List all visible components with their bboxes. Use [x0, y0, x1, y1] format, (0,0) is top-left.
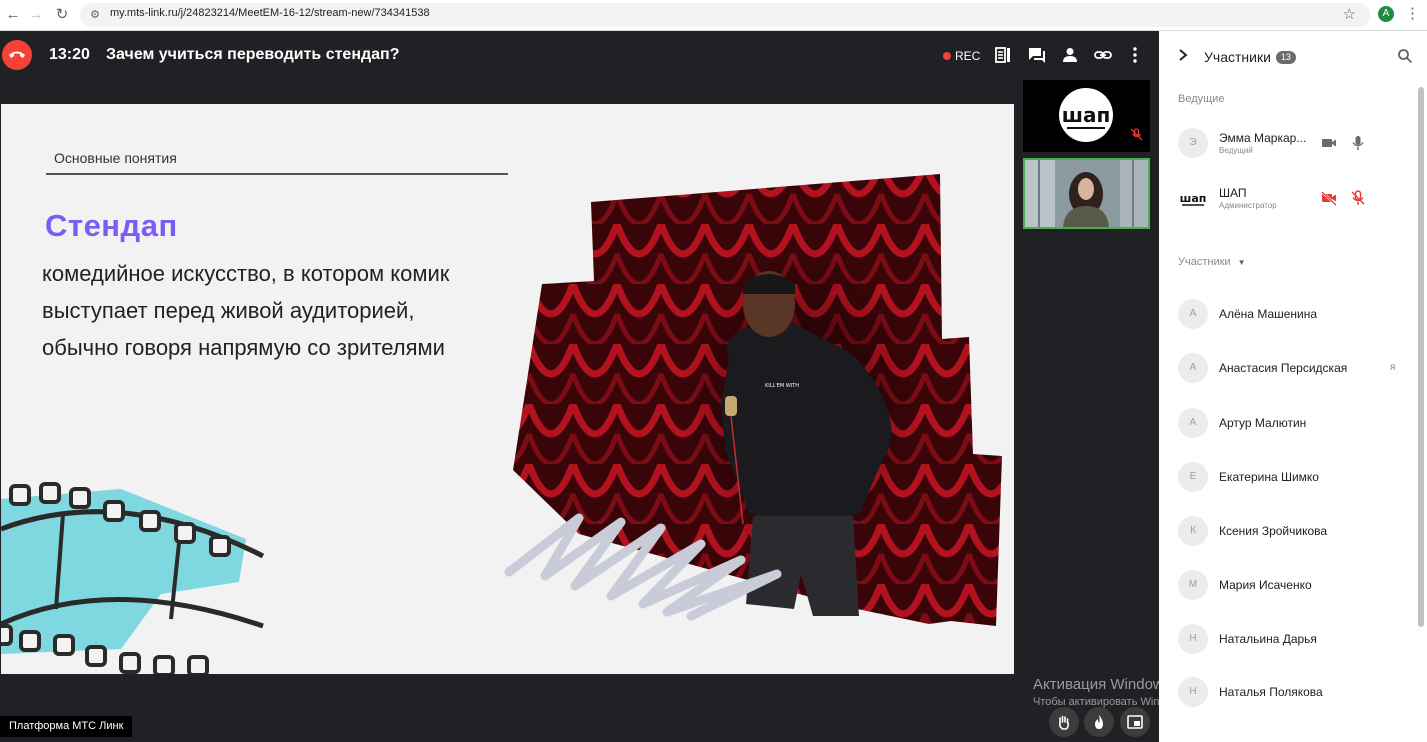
list-item[interactable]: А Артур Малютин	[1178, 408, 1418, 440]
avatar: Н	[1178, 624, 1208, 654]
presentation-slide: KILL'EM WITH Основные понятия Стендап ко…	[1, 104, 1014, 674]
slide-divider	[46, 173, 508, 175]
avatar: шап	[1178, 183, 1208, 213]
slide-artwork: KILL'EM WITH	[1, 174, 1002, 674]
participant-count-badge: 13	[1275, 51, 1296, 64]
shap-avatar-text: шап	[1180, 192, 1207, 205]
rec-dot-icon	[943, 52, 951, 60]
list-item[interactable]: А Анастасия Персидская я	[1178, 353, 1418, 385]
picture-in-picture-button[interactable]	[1120, 707, 1150, 737]
slide-heading: Стендап	[45, 208, 178, 243]
url-text[interactable]: my.mts-link.ru/j/24823214/MeetEM-16-12/s…	[110, 7, 430, 19]
avatar: А	[1178, 299, 1208, 329]
participants-section-label[interactable]: Участники ▼	[1178, 256, 1245, 268]
camera-icon[interactable]	[1321, 135, 1337, 151]
scrollbar[interactable]	[1418, 83, 1424, 738]
avatar: Э	[1178, 128, 1208, 158]
video-tile-shap[interactable]: шап	[1023, 80, 1150, 152]
avatar: М	[1178, 570, 1208, 600]
leave-call-button[interactable]	[2, 40, 32, 70]
hang-up-icon	[9, 51, 25, 58]
participant-role: Ведущий	[1219, 146, 1253, 155]
avatar: Е	[1178, 462, 1208, 492]
participant-name: ШАП	[1219, 186, 1247, 200]
chevron-down-icon: ▼	[1237, 258, 1246, 267]
search-icon[interactable]	[1397, 48, 1413, 64]
event-title: Зачем учиться переводить стендап?	[106, 46, 400, 63]
list-item[interactable]: К Ксения Зройчикова	[1178, 516, 1418, 548]
participant-name: Натальина Дарья	[1219, 632, 1317, 646]
avatar: К	[1178, 516, 1208, 546]
fire-icon	[1095, 715, 1103, 729]
rec-label: REC	[955, 49, 981, 63]
list-item[interactable]: Е Екатерина Шимко	[1178, 462, 1418, 494]
shap-logo-text: шап	[1062, 103, 1111, 127]
collapse-panel-icon[interactable]	[1178, 48, 1188, 62]
raise-hand-button[interactable]	[1049, 707, 1079, 737]
panel-title: Участники 13	[1204, 49, 1296, 65]
participant-name: Эмма Маркар...	[1219, 131, 1307, 145]
profile-avatar[interactable]: A	[1378, 6, 1394, 22]
participants-icon[interactable]	[1061, 46, 1079, 64]
microphone-icon[interactable]	[1350, 135, 1366, 151]
slide-body-text: комедийное искусство, в котором комик вы…	[42, 261, 450, 360]
shap-logo: шап	[1059, 88, 1113, 142]
participants-section-text: Участники	[1178, 256, 1231, 268]
browser-toolbar: ← → ↻ ⚙ my.mts-link.ru/j/24823214/MeetEM…	[0, 0, 1427, 31]
participant-name: Наталья Полякова	[1219, 685, 1323, 699]
list-item[interactable]: Н Натальина Дарья	[1178, 624, 1418, 656]
link-icon[interactable]	[1094, 46, 1112, 64]
shap-avatar-logo: шап	[1180, 192, 1207, 206]
camera-feed	[1025, 160, 1148, 227]
participant-name: Алёна Машенина	[1219, 307, 1318, 321]
video-tile-camera[interactable]	[1023, 158, 1150, 229]
bookmark-star-icon[interactable]: ☆	[1343, 5, 1356, 23]
slide-subtitle: Основные понятия	[54, 150, 177, 166]
address-bar[interactable]: ⚙ my.mts-link.ru/j/24823214/MeetEM-16-12…	[80, 3, 1370, 27]
scrollbar-thumb[interactable]	[1418, 87, 1424, 627]
self-badge: я	[1390, 362, 1396, 373]
reactions-button[interactable]	[1084, 707, 1114, 737]
more-options-icon[interactable]	[1126, 46, 1144, 64]
participant-name: Мария Исаченко	[1219, 578, 1312, 592]
event-time: 13:20	[49, 46, 90, 63]
browser-menu-icon[interactable]: ⋮	[1405, 5, 1420, 25]
participant-name: Артур Малютин	[1219, 416, 1307, 430]
host-row[interactable]: шап ШАП Администратор	[1178, 183, 1418, 215]
participant-name: Ксения Зройчикова	[1219, 524, 1328, 538]
svg-text:KILL'EM WITH: KILL'EM WITH	[765, 383, 799, 389]
list-item[interactable]: М Мария Исаченко	[1178, 570, 1418, 602]
participants-panel: Участники 13 Ведущие Э Эмма Маркар... Вед…	[1159, 31, 1427, 742]
mic-muted-icon	[1130, 128, 1143, 141]
agenda-icon[interactable]	[994, 46, 1012, 64]
recording-indicator: REC	[943, 49, 980, 63]
site-info-icon[interactable]: ⚙	[88, 8, 102, 22]
camera-off-icon[interactable]	[1321, 190, 1337, 206]
avatar: Н	[1178, 677, 1208, 707]
participant-name: Анастасия Персидская	[1219, 361, 1348, 375]
panel-title-text: Участники	[1204, 49, 1271, 65]
list-item[interactable]: Н Наталья Полякова	[1178, 677, 1418, 709]
back-icon[interactable]: ←	[4, 6, 22, 24]
participant-name: Екатерина Шимко	[1219, 470, 1319, 484]
hosts-section-label: Ведущие	[1178, 93, 1225, 105]
host-row[interactable]: Э Эмма Маркар... Ведущий	[1178, 128, 1418, 160]
mic-muted-icon[interactable]	[1350, 190, 1366, 206]
reload-icon[interactable]: ↻	[53, 6, 71, 24]
hand-icon	[1059, 715, 1070, 730]
participant-role: Администратор	[1219, 201, 1277, 210]
pip-icon	[1127, 715, 1143, 729]
chat-icon[interactable]	[1028, 46, 1046, 64]
avatar: А	[1178, 353, 1208, 383]
platform-label: Платформа МТС Линк	[0, 716, 133, 737]
forward-icon[interactable]: →	[27, 6, 45, 24]
avatar: А	[1178, 408, 1208, 438]
list-item[interactable]: А Алёна Машенина	[1178, 299, 1418, 331]
